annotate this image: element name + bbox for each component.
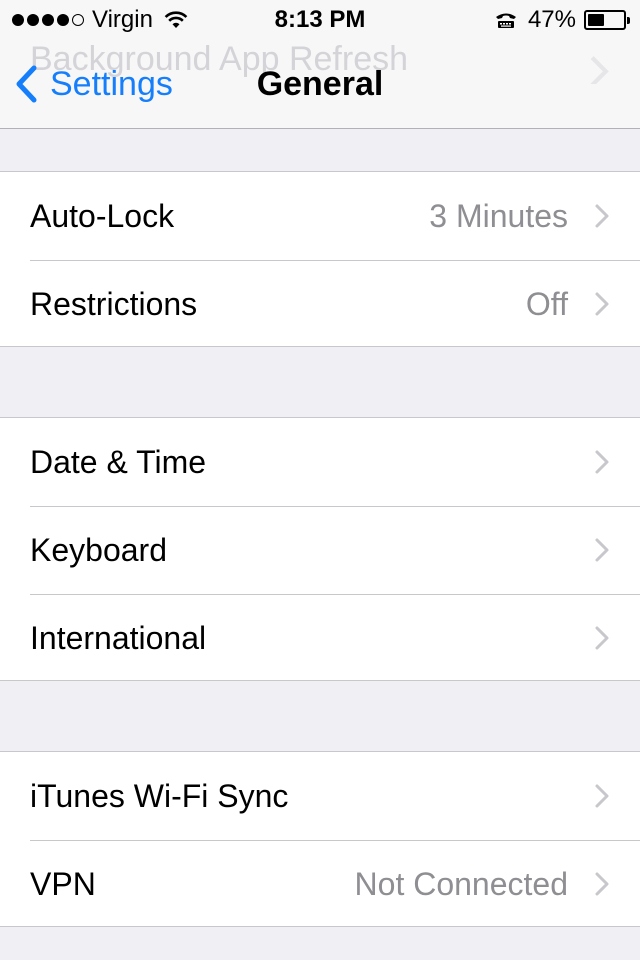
row-keyboard[interactable]: Keyboard bbox=[0, 506, 640, 594]
screen: Auto-Lock 3 Minutes Restrictions Off Dat… bbox=[0, 0, 640, 960]
tty-icon bbox=[495, 13, 516, 28]
settings-group-network: iTunes Wi-Fi Sync VPN Not Connected bbox=[0, 751, 640, 927]
row-label: Date & Time bbox=[30, 443, 207, 480]
row-label: Auto-Lock bbox=[30, 197, 175, 234]
chevron-right-icon bbox=[595, 538, 609, 562]
chevron-right-icon bbox=[595, 784, 609, 808]
row-date-time[interactable]: Date & Time bbox=[0, 418, 640, 506]
battery-icon bbox=[584, 10, 630, 30]
row-label: iTunes Wi-Fi Sync bbox=[30, 777, 289, 814]
chevron-right-icon bbox=[595, 872, 609, 896]
settings-group-input: Date & Time Keyboard International bbox=[0, 417, 640, 681]
battery-fill bbox=[588, 14, 604, 26]
chevron-right-icon bbox=[595, 450, 609, 474]
status-right: 47% bbox=[494, 4, 630, 36]
row-auto-lock[interactable]: Auto-Lock 3 Minutes bbox=[0, 172, 640, 260]
settings-group-lock: Auto-Lock 3 Minutes Restrictions Off bbox=[0, 171, 640, 347]
row-value: Off bbox=[525, 285, 568, 322]
row-value: 3 Minutes bbox=[429, 197, 568, 234]
chevron-right-icon bbox=[595, 204, 609, 228]
chevron-right-icon bbox=[595, 626, 609, 650]
row-label: VPN bbox=[30, 865, 96, 902]
row-label: Restrictions bbox=[30, 285, 198, 322]
row-itunes-wifi-sync[interactable]: iTunes Wi-Fi Sync bbox=[0, 752, 640, 840]
row-label: Keyboard bbox=[30, 531, 167, 568]
status-bar: Virgin 8:13 PM 47% bbox=[0, 0, 640, 40]
navigation-bar: Settings General bbox=[0, 40, 640, 128]
row-international[interactable]: International bbox=[0, 594, 640, 682]
chevron-right-icon bbox=[595, 292, 609, 316]
battery-percent: 47% bbox=[527, 6, 576, 33]
row-value: Not Connected bbox=[354, 865, 568, 902]
row-vpn[interactable]: VPN Not Connected bbox=[0, 840, 640, 928]
page-title: General bbox=[256, 65, 384, 103]
row-restrictions[interactable]: Restrictions Off bbox=[0, 260, 640, 348]
row-label: International bbox=[30, 619, 207, 656]
top-bar: Background App Refresh Virgin 8:13 PM 47… bbox=[0, 0, 640, 129]
